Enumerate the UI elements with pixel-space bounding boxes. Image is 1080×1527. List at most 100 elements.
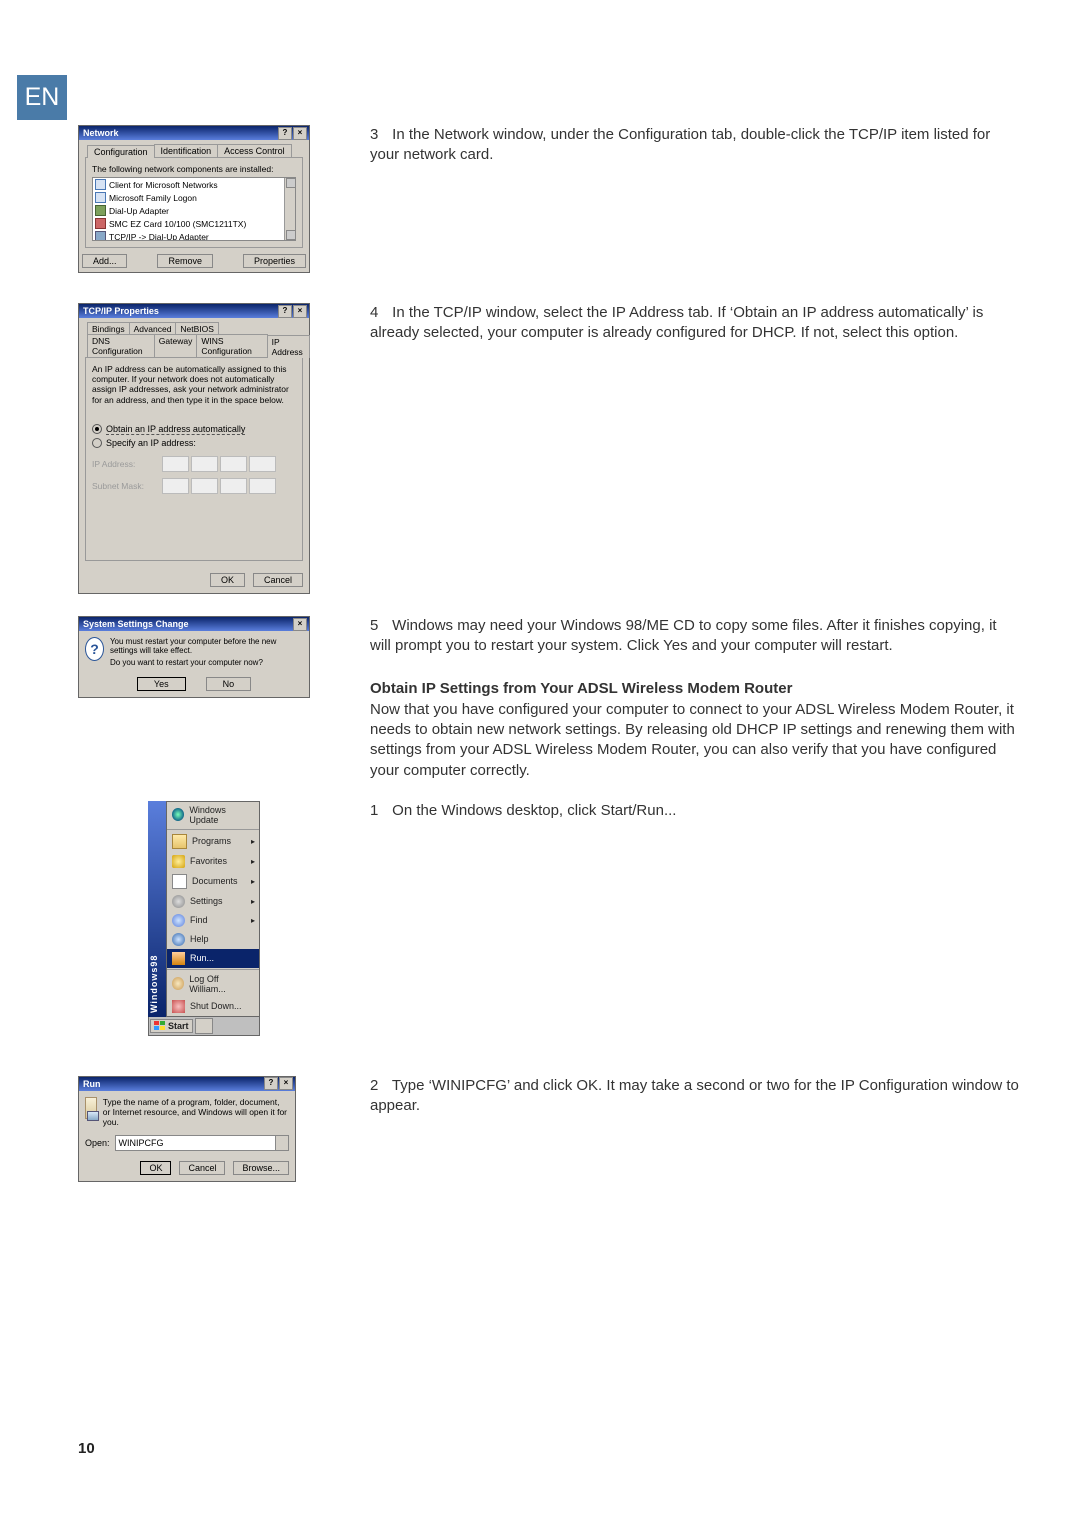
- step-text: In the TCP/IP window, select the IP Addr…: [370, 304, 983, 341]
- logoff-icon: [172, 977, 184, 990]
- network-window: Network ? × Configuration Identification…: [78, 125, 310, 273]
- radio-specify[interactable]: Specify an IP address:: [92, 438, 296, 448]
- ip-blurb: An IP address can be automatically assig…: [92, 364, 296, 409]
- start-item-help[interactable]: Help: [167, 930, 259, 949]
- quick-launch-icon[interactable]: [195, 1018, 213, 1034]
- question-icon: ?: [85, 637, 104, 661]
- tab-ip-address[interactable]: IP Address: [267, 335, 310, 358]
- start-item-run[interactable]: Run...: [167, 949, 259, 968]
- network-titlebar: Network ? ×: [79, 126, 309, 140]
- search-icon: [172, 914, 185, 927]
- start-button[interactable]: Start: [150, 1019, 193, 1033]
- subnet-mask-field: [162, 478, 276, 494]
- browse-button[interactable]: Browse...: [233, 1161, 289, 1175]
- help-icon: [172, 933, 185, 946]
- run-icon: [172, 952, 185, 965]
- section-title: Obtain IP Settings from Your ADSL Wirele…: [370, 679, 1020, 699]
- chevron-right-icon: ▸: [251, 837, 255, 846]
- run-titlebar: Run ? ×: [79, 1077, 295, 1091]
- remove-button[interactable]: Remove: [157, 254, 213, 268]
- star-icon: [172, 855, 185, 868]
- tab-access-control[interactable]: Access Control: [217, 144, 292, 157]
- windows-flag-icon: [154, 1021, 165, 1031]
- chevron-right-icon: ▸: [251, 877, 255, 886]
- open-input[interactable]: WINIPCFG: [115, 1135, 289, 1151]
- radio-dot-icon: [92, 424, 102, 434]
- no-button[interactable]: No: [206, 677, 252, 691]
- folder-icon: [172, 834, 187, 849]
- gear-icon: [172, 895, 185, 908]
- close-icon[interactable]: ×: [293, 305, 307, 318]
- restart-line1: You must restart your computer before th…: [110, 637, 303, 655]
- protocol-icon: [95, 231, 106, 241]
- start-item-find[interactable]: Find▸: [167, 911, 259, 930]
- tab-configuration[interactable]: Configuration: [87, 145, 155, 158]
- client-icon: [95, 192, 106, 203]
- help-icon[interactable]: ?: [278, 127, 292, 140]
- open-value: WINIPCFG: [119, 1138, 164, 1148]
- radio-specify-label: Specify an IP address:: [106, 438, 196, 448]
- chevron-right-icon: ▸: [251, 857, 255, 866]
- close-icon[interactable]: ×: [293, 618, 307, 631]
- restart-line2: Do you want to restart your computer now…: [110, 658, 303, 667]
- start-item-favorites[interactable]: Favorites▸: [167, 852, 259, 871]
- help-icon[interactable]: ?: [264, 1077, 278, 1090]
- cancel-button[interactable]: Cancel: [179, 1161, 225, 1175]
- dropdown-icon[interactable]: [275, 1136, 288, 1150]
- close-icon[interactable]: ×: [279, 1077, 293, 1090]
- components-list[interactable]: Client for Microsoft Networks Microsoft …: [92, 177, 296, 241]
- scrollbar[interactable]: [284, 178, 295, 240]
- tab-wins[interactable]: WINS Configuration: [196, 334, 267, 357]
- ip-address-label: IP Address:: [92, 459, 162, 469]
- language-tab: EN: [17, 75, 67, 120]
- radio-auto-label: Obtain an IP address automatically: [106, 424, 245, 435]
- step-text: Type ‘WINIPCFG’ and click OK. It may tak…: [370, 1077, 1019, 1114]
- step-text: On the Windows desktop, click Start/Run.…: [392, 802, 676, 819]
- list-item[interactable]: Client for Microsoft Networks: [93, 178, 295, 191]
- step-number: 4: [370, 303, 388, 323]
- step-text: In the Network window, under the Configu…: [370, 126, 990, 163]
- add-button[interactable]: Add...: [82, 254, 128, 268]
- list-item[interactable]: Microsoft Family Logon: [93, 191, 295, 204]
- start-item-settings[interactable]: Settings▸: [167, 892, 259, 911]
- start-side-brand: Windows98: [148, 801, 166, 1017]
- globe-icon: [172, 808, 184, 821]
- run-blurb: Type the name of a program, folder, docu…: [103, 1097, 289, 1127]
- step-number: 1: [370, 801, 388, 821]
- tab-dns[interactable]: DNS Configuration: [87, 334, 155, 357]
- chevron-right-icon: ▸: [251, 916, 255, 925]
- list-item[interactable]: TCP/IP -> Dial-Up Adapter: [93, 230, 295, 241]
- list-item[interactable]: SMC EZ Card 10/100 (SMC1211TX): [93, 217, 295, 230]
- properties-button[interactable]: Properties: [243, 254, 306, 268]
- nic-icon: [95, 218, 106, 229]
- run-dialog: Run ? × Type the name of a program, fold…: [78, 1076, 296, 1182]
- start-item-programs[interactable]: Programs▸: [167, 829, 259, 852]
- shutdown-icon: [172, 1000, 185, 1013]
- section-text: Now that you have configured your comput…: [370, 700, 1020, 781]
- run-app-icon: [85, 1097, 97, 1119]
- tab-identification[interactable]: Identification: [154, 144, 219, 157]
- close-icon[interactable]: ×: [293, 127, 307, 140]
- client-icon: [95, 179, 106, 190]
- ok-button[interactable]: OK: [140, 1161, 171, 1175]
- step-number: 5: [370, 616, 388, 636]
- ok-button[interactable]: OK: [210, 573, 245, 587]
- yes-button[interactable]: Yes: [137, 677, 186, 691]
- tab-gateway[interactable]: Gateway: [154, 334, 198, 357]
- start-item-shutdown[interactable]: Shut Down...: [167, 997, 259, 1016]
- restart-titlebar: System Settings Change ×: [79, 617, 309, 631]
- restart-dialog: System Settings Change × ? You must rest…: [78, 616, 310, 698]
- help-icon[interactable]: ?: [278, 305, 292, 318]
- subnet-mask-label: Subnet Mask:: [92, 481, 162, 491]
- radio-auto[interactable]: Obtain an IP address automatically: [92, 424, 296, 435]
- restart-title: System Settings Change: [83, 619, 189, 629]
- ip-address-field: [162, 456, 276, 472]
- start-item-documents[interactable]: Documents▸: [167, 871, 259, 892]
- components-label: The following network components are ins…: [92, 164, 296, 174]
- list-item[interactable]: Dial-Up Adapter: [93, 204, 295, 217]
- cancel-button[interactable]: Cancel: [253, 573, 303, 587]
- start-item-windows-update[interactable]: Windows Update: [167, 802, 259, 828]
- network-title: Network: [83, 128, 119, 138]
- adapter-icon: [95, 205, 106, 216]
- start-item-logoff[interactable]: Log Off William...: [167, 969, 259, 997]
